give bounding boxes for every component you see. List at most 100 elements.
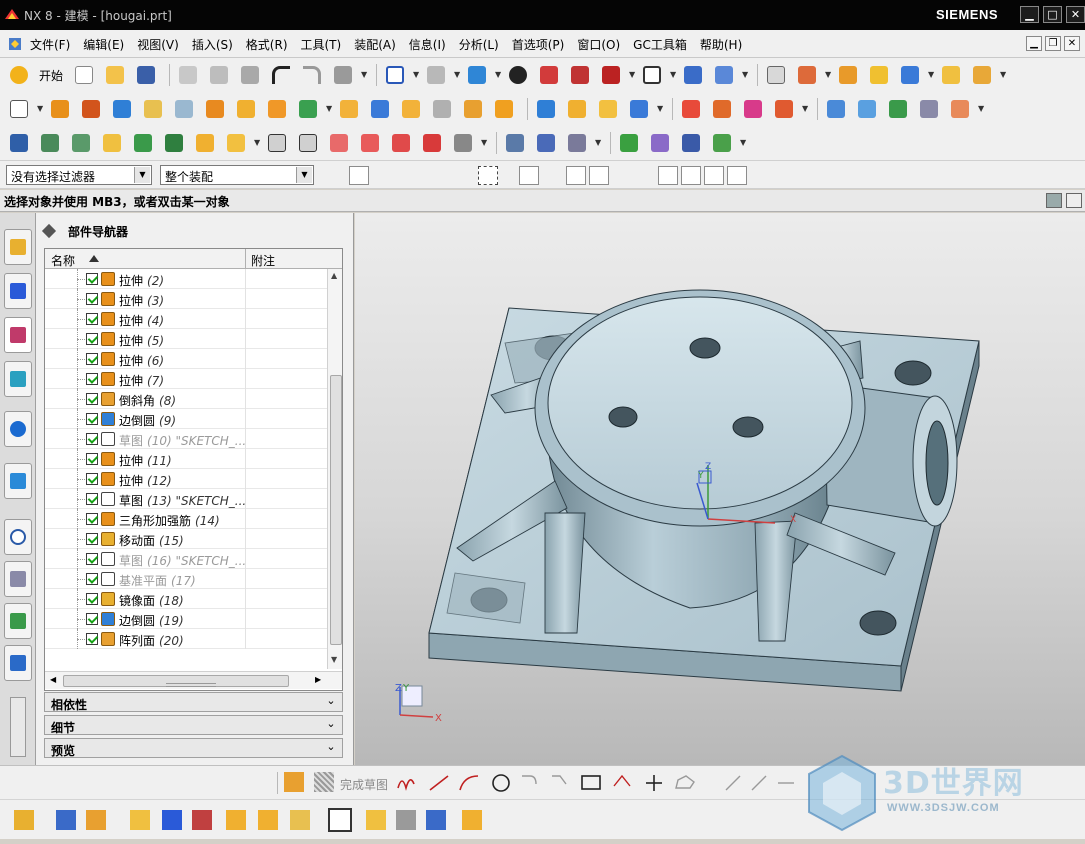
point-on-curve-snap-icon[interactable] — [727, 166, 747, 185]
face-blend-icon[interactable] — [595, 97, 621, 121]
restore-view-icon[interactable] — [1066, 193, 1082, 208]
mirror-assembly-icon[interactable] — [258, 810, 278, 830]
history-tab[interactable] — [4, 519, 32, 555]
general-selection-icon[interactable] — [451, 166, 471, 185]
edit-parameters-icon[interactable] — [709, 131, 735, 155]
tree-row[interactable]: 边倒圆 (19) — [45, 609, 327, 629]
trim-body-icon[interactable] — [367, 97, 393, 121]
measure-distance-icon[interactable] — [938, 63, 964, 87]
select-all-icon[interactable] — [403, 166, 423, 185]
cut-section-icon[interactable] — [598, 63, 624, 87]
sketch-icon[interactable] — [6, 97, 32, 121]
show-relations-icon[interactable] — [564, 131, 590, 155]
column-divider[interactable] — [245, 249, 246, 269]
finish-sketch-button[interactable]: 完成草图 — [340, 776, 388, 793]
filter-settings-icon[interactable] — [320, 166, 340, 185]
tree-row[interactable]: 镜像面 (18) — [45, 589, 327, 609]
chevron-down-icon[interactable]: ▼ — [740, 131, 746, 155]
bounded-grid-icon[interactable] — [778, 166, 798, 185]
menu-tools[interactable]: 工具(T) — [301, 36, 342, 53]
pin-icon[interactable] — [41, 223, 57, 239]
expression-icon[interactable] — [533, 131, 559, 155]
pull-face-icon[interactable] — [161, 131, 187, 155]
slot-icon[interactable] — [264, 97, 290, 121]
through-curves-icon[interactable] — [823, 97, 849, 121]
chamfer-icon[interactable] — [564, 97, 590, 121]
doc-restore-button[interactable]: ❐ — [1045, 36, 1061, 51]
back-icon[interactable] — [377, 166, 397, 185]
background-icon[interactable] — [639, 63, 665, 87]
quick-pick-icon[interactable] — [427, 166, 447, 185]
clearance-analysis-icon[interactable] — [366, 810, 386, 830]
menu-information[interactable]: 信息(I) — [409, 36, 446, 53]
splitter-handle[interactable] — [166, 683, 216, 687]
tree-row[interactable]: 阵列面 (20) — [45, 629, 327, 649]
sketch-task-icon[interactable] — [284, 772, 304, 792]
wcs-icon[interactable] — [680, 63, 706, 87]
measure-angle-icon[interactable] — [969, 63, 995, 87]
fit-view-icon[interactable] — [382, 63, 408, 87]
feature-checkbox[interactable] — [86, 333, 98, 345]
chevron-down-icon[interactable]: ▼ — [37, 97, 43, 121]
pattern-feature-icon[interactable] — [678, 97, 704, 121]
quadrant-snap-icon[interactable] — [681, 166, 701, 185]
scroll-down-icon[interactable]: ▼ — [331, 655, 337, 664]
feature-checkbox[interactable] — [86, 433, 98, 445]
shell-icon[interactable] — [429, 97, 455, 121]
feature-checkbox[interactable] — [86, 393, 98, 405]
menu-assemblies[interactable]: 装配(A) — [354, 36, 396, 53]
replace-component-icon[interactable] — [462, 810, 482, 830]
feature-checkbox[interactable] — [86, 313, 98, 325]
chevron-down-icon[interactable]: ▼ — [413, 63, 419, 87]
soft-blend-icon[interactable] — [626, 97, 652, 121]
extract-geometry-icon[interactable] — [740, 97, 766, 121]
menu-view[interactable]: 视图(V) — [137, 36, 179, 53]
linear-dimension-icon[interactable] — [450, 131, 476, 155]
menu-file[interactable]: 文件(F) — [30, 36, 70, 53]
end-point-snap-icon[interactable] — [566, 166, 586, 185]
copy-icon[interactable] — [206, 63, 232, 87]
pocket-icon[interactable] — [202, 97, 228, 121]
feature-playback-icon[interactable] — [647, 131, 673, 155]
rectangle-select-icon[interactable] — [478, 166, 498, 185]
make-tangent-icon[interactable] — [388, 131, 414, 155]
tree-row[interactable]: 草图 (16) "SKETCH_... — [45, 549, 327, 569]
menu-window[interactable]: 窗口(O) — [577, 36, 620, 53]
web-browser-tab[interactable] — [4, 463, 32, 499]
clipping-icon[interactable] — [567, 63, 593, 87]
wave-link-icon[interactable] — [771, 97, 797, 121]
chevron-down-icon[interactable]: ▼ — [742, 63, 748, 87]
reference-set-icon[interactable] — [426, 810, 446, 830]
feature-checkbox[interactable] — [86, 533, 98, 545]
make-coaxial-icon[interactable] — [357, 131, 383, 155]
feature-checkbox[interactable] — [86, 593, 98, 605]
bounded-plane-icon[interactable] — [916, 97, 942, 121]
preview-panel[interactable]: 预览 ⌄ — [44, 738, 343, 758]
chevron-down-icon[interactable]: ▼ — [326, 97, 332, 121]
tree-row[interactable]: 基准平面 (17) — [45, 569, 327, 589]
chevron-down-icon[interactable]: ▼ — [481, 131, 487, 155]
boss-icon[interactable] — [171, 97, 197, 121]
new-file-icon[interactable] — [71, 63, 97, 87]
sketch-curve-tools[interactable] — [396, 772, 796, 794]
move-component-icon[interactable] — [130, 810, 150, 830]
datum-axis-icon[interactable] — [68, 131, 94, 155]
offset-region-icon[interactable] — [192, 131, 218, 155]
sequence-icon[interactable] — [328, 808, 352, 832]
chevron-down-icon[interactable]: ▼ — [670, 63, 676, 87]
start-button[interactable]: 开始 — [39, 67, 63, 84]
tree-row[interactable]: 拉伸 (2) — [45, 269, 327, 289]
layer-settings-icon[interactable] — [763, 63, 789, 87]
update-feature-icon[interactable] — [678, 131, 704, 155]
feature-checkbox[interactable] — [86, 353, 98, 365]
chevron-down-icon[interactable]: ▼ — [254, 131, 260, 155]
assembly-constraints-icon[interactable] — [162, 810, 182, 830]
extrude-icon[interactable] — [47, 97, 73, 121]
start-icon[interactable] — [6, 63, 32, 87]
make-symmetric-icon[interactable] — [419, 131, 445, 155]
menu-analysis[interactable]: 分析(L) — [459, 36, 499, 53]
doc-close-button[interactable]: ✕ — [1064, 36, 1080, 51]
tree-row[interactable]: 拉伸 (6) — [45, 349, 327, 369]
feature-checkbox[interactable] — [86, 273, 98, 285]
chevron-down-icon[interactable]: ⌄ — [323, 694, 339, 710]
